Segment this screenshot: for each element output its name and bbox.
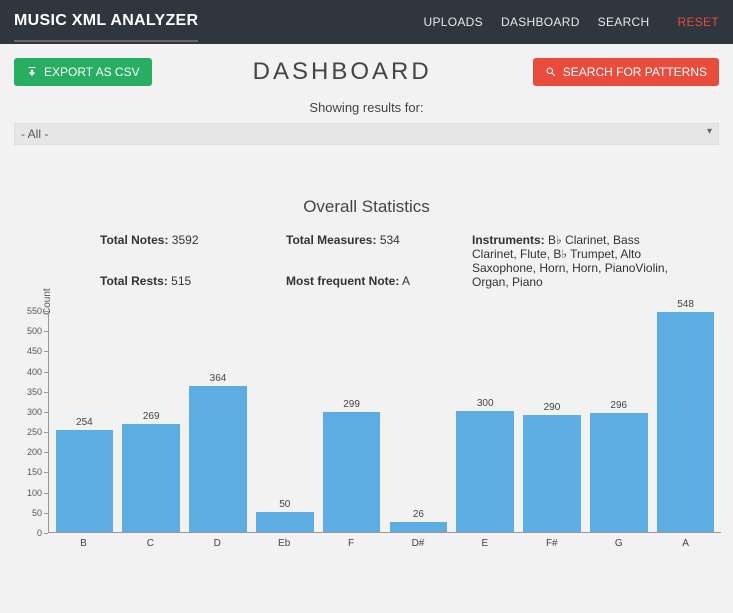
chart: Count 050100150200250300350400450500550 … — [8, 311, 725, 551]
bar-value: 299 — [320, 399, 383, 410]
bar-column: 50 — [253, 311, 316, 532]
search-icon — [545, 66, 557, 78]
ytick: 300 — [27, 407, 42, 417]
stats-grid: Total Notes: 3592 Total Measures: 534 In… — [0, 233, 733, 289]
ytick: 500 — [27, 326, 42, 336]
ytick: 400 — [27, 367, 42, 377]
bar-value: 26 — [387, 509, 450, 520]
ytick: 450 — [27, 346, 42, 356]
chart-bars: 254 269 364 50 299 26 300 290296 548 — [49, 311, 721, 532]
nav-uploads[interactable]: UPLOADS — [424, 15, 483, 29]
ytick: 150 — [27, 467, 42, 477]
bar-column: 254 — [53, 311, 116, 532]
bar-value: 50 — [253, 499, 316, 510]
chart-xlabels: BCDEbFD#EF#GA — [48, 535, 721, 551]
bar[interactable] — [390, 522, 448, 532]
bar-column: 299 — [320, 311, 383, 532]
ytick: 100 — [27, 488, 42, 498]
total-rests: Total Rests: 515 — [100, 274, 280, 289]
bar-value: 364 — [187, 373, 250, 384]
x-label: Eb — [253, 535, 316, 551]
ytick: 550 — [27, 306, 42, 316]
stats-title: Overall Statistics — [0, 197, 733, 217]
total-notes: Total Notes: 3592 — [100, 233, 280, 248]
bar-value: 300 — [454, 398, 517, 409]
bar[interactable] — [189, 386, 247, 532]
bar-value: 269 — [120, 411, 183, 422]
instruments: Instruments: B♭ Clarinet, Bass Clarinet,… — [472, 233, 673, 289]
bar[interactable] — [122, 424, 180, 532]
bar[interactable] — [523, 415, 581, 532]
nav-search[interactable]: SEARCH — [598, 15, 650, 29]
filter-block: Showing results for: - All - — [0, 100, 733, 153]
x-label: F# — [520, 535, 583, 551]
toolbar: EXPORT AS CSV DASHBOARD SEARCH FOR PATTE… — [0, 44, 733, 100]
ytick: 50 — [32, 508, 42, 518]
x-label: E — [453, 535, 516, 551]
freq-note: Most frequent Note: A — [286, 274, 466, 289]
x-label: D# — [387, 535, 450, 551]
bar-column: 548 — [654, 311, 717, 532]
bar-column: 26 — [387, 311, 450, 532]
bar-value: 254 — [53, 417, 116, 428]
bar-column: 290 — [521, 311, 584, 532]
ytick: 250 — [27, 427, 42, 437]
x-label: B — [52, 535, 115, 551]
bar-column: 296 — [587, 311, 650, 532]
page-title: DASHBOARD — [152, 58, 533, 86]
bar-column: 269 — [120, 311, 183, 532]
x-label: G — [587, 535, 650, 551]
brand[interactable]: MUSIC XML ANALYZER — [14, 2, 198, 42]
bar[interactable] — [256, 512, 314, 532]
bar[interactable] — [323, 412, 381, 532]
chart-plot: 254 269 364 50 299 26 300 290296 548 — [48, 311, 721, 533]
filter-select[interactable]: - All - — [14, 123, 719, 145]
bar[interactable] — [456, 411, 514, 532]
search-patterns-button[interactable]: SEARCH FOR PATTERNS — [533, 58, 719, 86]
bar-column: 300 — [454, 311, 517, 532]
chart-yticks: 050100150200250300350400450500550 — [8, 311, 46, 533]
ytick: 350 — [27, 387, 42, 397]
bar[interactable] — [56, 430, 114, 532]
ytick: 200 — [27, 447, 42, 457]
nav-dashboard[interactable]: DASHBOARD — [501, 15, 580, 29]
download-icon — [26, 66, 38, 78]
export-csv-label: EXPORT AS CSV — [44, 65, 140, 79]
x-label: C — [119, 535, 182, 551]
bar-column: 364 — [187, 311, 250, 532]
x-label: F — [320, 535, 383, 551]
search-patterns-label: SEARCH FOR PATTERNS — [563, 65, 707, 79]
navbar: MUSIC XML ANALYZER UPLOADS DASHBOARD SEA… — [0, 0, 733, 44]
ytick: 0 — [37, 528, 42, 538]
filter-label: Showing results for: — [14, 100, 719, 115]
filter-selected: - All - — [21, 127, 48, 141]
total-measures: Total Measures: 534 — [286, 233, 466, 248]
nav-reset[interactable]: RESET — [677, 15, 719, 29]
bar-value: 290 — [521, 402, 584, 413]
bar[interactable] — [657, 312, 715, 532]
export-csv-button[interactable]: EXPORT AS CSV — [14, 58, 152, 86]
x-label: A — [654, 535, 717, 551]
x-label: D — [186, 535, 249, 551]
bar[interactable] — [590, 413, 648, 532]
bar-value: 548 — [654, 299, 717, 310]
bar-value: 296 — [587, 400, 650, 411]
